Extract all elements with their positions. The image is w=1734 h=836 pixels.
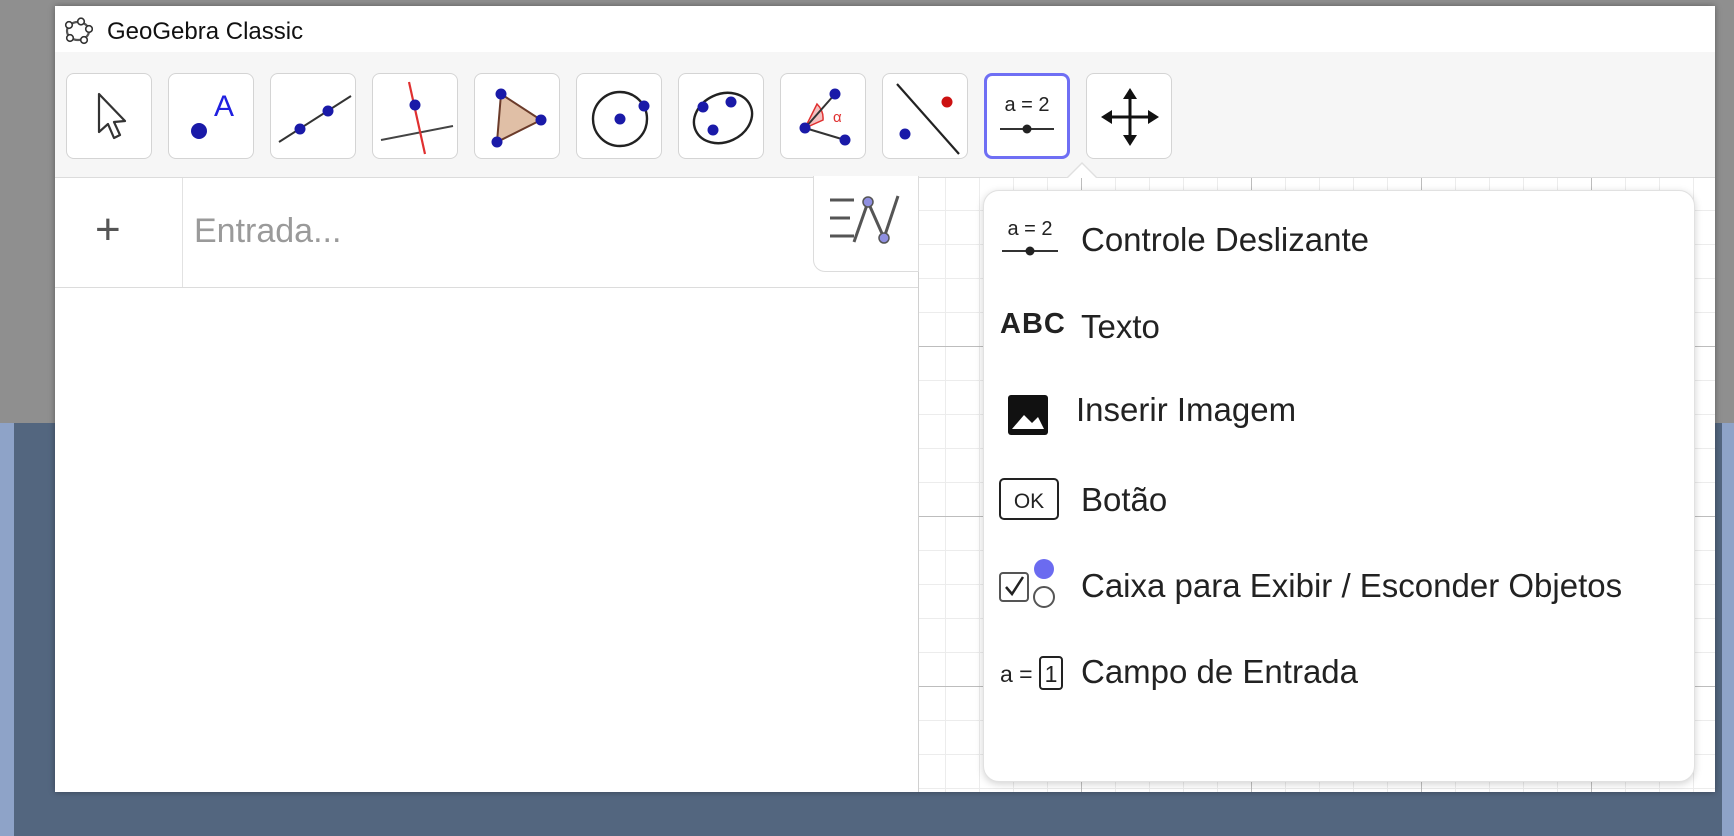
slider-icon: a = 2 [1002,218,1058,256]
arrow-cursor-icon [97,92,127,140]
tool-polygon[interactable] [474,73,560,159]
menu-item-label: Texto [1081,308,1160,345]
background-right-strip [1722,423,1734,836]
tool-conic[interactable] [678,73,764,159]
algebra-view-menu-icon [830,195,900,244]
angle-icon-label: α [833,109,842,126]
point-icon-label: A [214,90,234,123]
line-icon [278,95,352,143]
menu-item-checkbox[interactable]: Caixa para Exibir / Esconder Objetos [984,545,1694,625]
button-icon-label: OK [1014,490,1044,513]
plus-icon: + [95,205,121,254]
menu-item-text[interactable]: ABC Texto [984,286,1694,366]
slider-icon: a = 2 [1000,94,1054,134]
window-title: GeoGebra Classic [107,18,304,45]
button-icon: OK [999,478,1059,520]
input-box-icon: a = 1 [1000,656,1063,690]
menu-item-label: Botão [1081,481,1168,518]
add-item-button[interactable]: + [55,178,183,287]
tool-line[interactable] [270,73,356,159]
tool-angle[interactable]: α [780,73,866,159]
tool-move-graphics-view[interactable] [1086,73,1172,159]
tool-slider[interactable]: a = 2 [984,73,1070,159]
menu-item-input-box[interactable]: a = 1 Campo de Entrada [984,631,1694,711]
tool-move[interactable] [66,73,152,159]
menu-item-slider[interactable]: a = 2 Controle Deslizante [984,199,1694,279]
polygon-icon [491,88,547,148]
algebra-input-row: + [55,176,919,288]
algebra-view-style-button[interactable] [813,176,919,272]
menu-item-label: Inserir Imagem [1076,391,1297,428]
algebra-input[interactable] [192,202,756,260]
input-box-icon-value: 1 [1045,661,1058,687]
checkbox-icon [999,559,1055,608]
menu-item-label: Caixa para Exibir / Esconder Objetos [1081,567,1623,604]
image-icon [1008,395,1048,435]
title-bar: GeoGebra Classic [55,6,1715,52]
point-icon: A [191,90,234,139]
reflect-about-line-icon [896,83,960,155]
algebra-view: + [55,176,919,792]
move-view-icon [1101,88,1159,146]
perpendicular-line-icon [380,81,454,155]
menu-item-label: Campo de Entrada [1081,653,1359,690]
menu-item-image[interactable]: Inserir Imagem [984,373,1694,453]
geogebra-logo-icon [64,17,93,45]
tool-point[interactable]: A [168,73,254,159]
circle-center-point-icon [591,90,650,148]
background-left-strip [0,423,14,836]
menu-item-button[interactable]: OK Botão [984,459,1694,539]
tool-perpendicular[interactable] [372,73,458,159]
tool-submenu: a = 2 Controle Deslizante ABC Texto Inse… [983,190,1695,782]
menu-slider-icon-label: a = 2 [1007,218,1052,240]
tool-reflect[interactable] [882,73,968,159]
slider-icon-label: a = 2 [1004,94,1049,116]
dropdown-caret [1068,164,1096,178]
ellipse-icon [692,91,754,145]
text-icon: ABC [1000,308,1066,340]
geogebra-window: GeoGebra Classic A α a = 2 + Entrada... … [55,6,1715,792]
angle-icon: α [799,88,851,146]
menu-item-label: Controle Deslizante [1081,221,1369,258]
input-box-icon-label: a = [1000,661,1033,687]
toolbar: A α a = 2 [55,52,1715,178]
tool-circle[interactable] [576,73,662,159]
